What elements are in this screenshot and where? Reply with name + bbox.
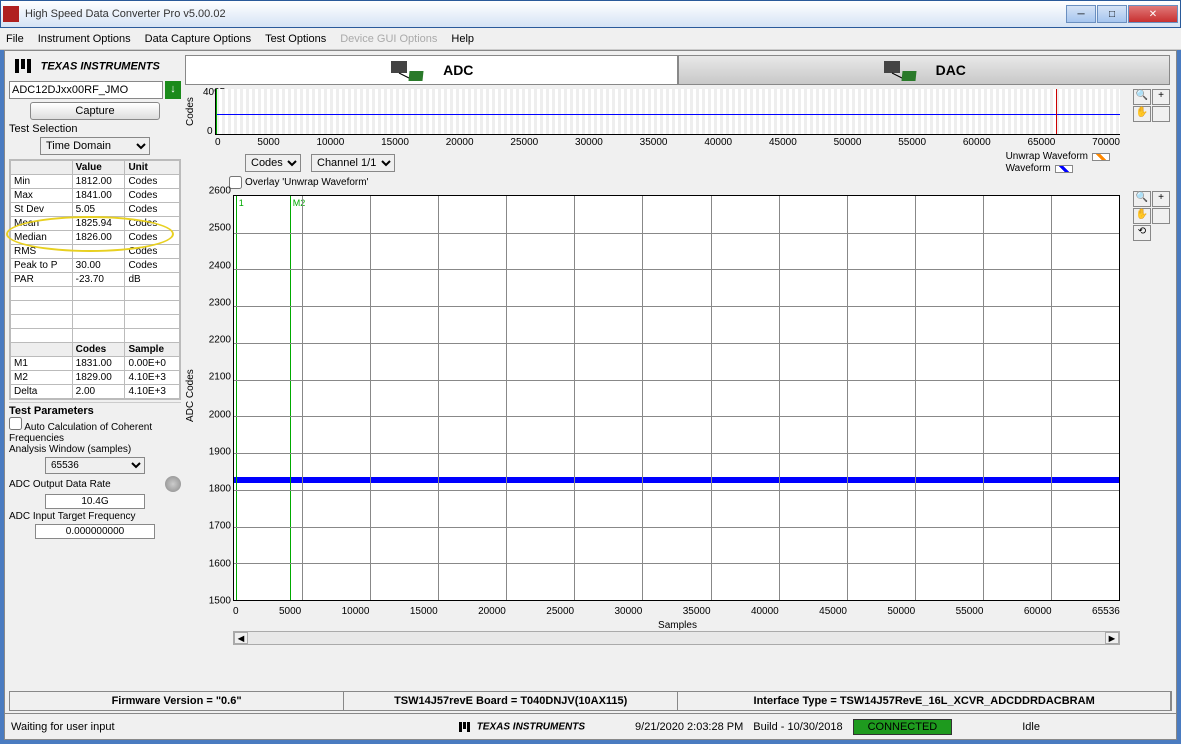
legend-waveform[interactable]: Waveform bbox=[1006, 163, 1110, 174]
menu-instrument[interactable]: Instrument Options bbox=[38, 33, 131, 45]
app-frame: TEXAS INSTRUMENTS ↓ Capture Test Selecti… bbox=[4, 50, 1177, 740]
device-select[interactable] bbox=[9, 81, 163, 99]
waveform-trace bbox=[234, 477, 1119, 483]
tabs: ADC DAC bbox=[185, 55, 1170, 85]
scroll-left[interactable]: ◄ bbox=[234, 632, 248, 644]
hand-icon[interactable]: ✋ bbox=[1133, 208, 1151, 224]
adc-icon bbox=[389, 59, 423, 81]
row-delta: Delta2.004.10E+3 bbox=[11, 385, 180, 399]
test-parameters-title: Test Parameters bbox=[9, 402, 181, 417]
status-bar-2: Waiting for user input TEXAS INSTRUMENTS… bbox=[5, 713, 1176, 739]
row-rms: RMSCodes bbox=[11, 245, 180, 259]
test-parameters: Test Parameters Auto Calculation of Cohe… bbox=[9, 402, 181, 539]
h-scrollbar[interactable]: ◄ ► bbox=[233, 631, 1120, 645]
ti-logo: TEXAS INSTRUMENTS bbox=[9, 55, 181, 81]
connection-status: CONNECTED bbox=[853, 719, 953, 735]
menu-device-gui: Device GUI Options bbox=[340, 33, 437, 45]
firmware-info: Firmware Version = "0.6" bbox=[10, 692, 344, 710]
marker-m1[interactable]: 1 bbox=[236, 196, 237, 600]
stats-table: ValueUnit Min1812.00Codes Max1841.00Code… bbox=[9, 159, 181, 400]
minimize-button[interactable]: ─ bbox=[1066, 5, 1096, 23]
menu-file[interactable]: File bbox=[6, 33, 24, 45]
channel-select[interactable]: Channel 1/1 bbox=[311, 154, 395, 172]
test-selection-select[interactable]: Time Domain bbox=[40, 137, 150, 155]
ti-footer-logo: TEXAS INSTRUMENTS bbox=[458, 721, 585, 733]
row-m1: M11831.000.00E+0 bbox=[11, 357, 180, 371]
idle-status: Idle bbox=[1022, 721, 1040, 733]
marker-m2[interactable]: M2 bbox=[290, 196, 291, 600]
legend-unwrap[interactable]: Unwrap Waveform bbox=[1006, 151, 1110, 162]
adc-freq-input[interactable] bbox=[35, 524, 155, 539]
scroll-right[interactable]: ► bbox=[1105, 632, 1119, 644]
status-text: Waiting for user input bbox=[11, 721, 115, 733]
status-bar-1: Firmware Version = "0.6" TSW14J57revE Bo… bbox=[9, 691, 1172, 711]
build-info: Build - 10/30/2018 bbox=[753, 721, 842, 733]
dac-icon bbox=[882, 59, 916, 81]
menu-data-capture[interactable]: Data Capture Options bbox=[145, 33, 251, 45]
tab-adc[interactable]: ADC bbox=[185, 55, 678, 85]
yunit-select[interactable]: Codes bbox=[245, 154, 301, 172]
close-button[interactable]: ✕ bbox=[1128, 5, 1178, 23]
row-mean: Mean1825.94Codes bbox=[11, 217, 180, 231]
download-icon[interactable]: ↓ bbox=[165, 81, 181, 99]
zoom-icon[interactable]: 🔍 bbox=[1133, 191, 1151, 207]
reset-icon[interactable]: ⟲ bbox=[1133, 225, 1151, 241]
board-info: TSW14J57revE Board = T040DNJV(10AX115) bbox=[344, 692, 678, 710]
row-min: Min1812.00Codes bbox=[11, 175, 180, 189]
plus-icon[interactable]: + bbox=[1152, 191, 1170, 207]
app-icon bbox=[3, 6, 19, 22]
interface-info: Interface Type = TSW14J57RevE_16L_XCVR_A… bbox=[678, 692, 1171, 710]
window-title: High Speed Data Converter Pro v5.00.02 bbox=[25, 8, 1060, 20]
titlebar: High Speed Data Converter Pro v5.00.02 ─… bbox=[0, 0, 1181, 28]
adc-rate-input[interactable] bbox=[45, 494, 145, 509]
test-selection-label: Test Selection bbox=[9, 123, 181, 135]
row-max: Max1841.00Codes bbox=[11, 189, 180, 203]
overview-xaxis: 0500010000150002000025000300003500040000… bbox=[215, 137, 1120, 149]
auto-calc-checkbox[interactable] bbox=[9, 417, 22, 430]
plus-icon[interactable]: + bbox=[1152, 89, 1170, 105]
main-panel: ADC DAC Codes 4095 0 0500010000150002000… bbox=[185, 55, 1170, 681]
menu-help[interactable]: Help bbox=[451, 33, 474, 45]
plot-area[interactable]: 1 M2 bbox=[233, 195, 1120, 601]
menubar: File Instrument Options Data Capture Opt… bbox=[0, 28, 1181, 50]
overview-chart: Codes 4095 0 050001000015000200002500030… bbox=[185, 89, 1170, 149]
analysis-window-select[interactable]: 65536 bbox=[45, 457, 145, 474]
sidebar: TEXAS INSTRUMENTS ↓ Capture Test Selecti… bbox=[9, 55, 181, 681]
zoom-icon[interactable]: 🔍 bbox=[1133, 89, 1151, 105]
timestamp: 9/21/2020 2:03:28 PM bbox=[635, 721, 743, 733]
gear-icon[interactable] bbox=[165, 476, 181, 492]
main-chart: ADC Codes 260025002400230022002100200019… bbox=[185, 191, 1170, 631]
row-stdev: St Dev5.05Codes bbox=[11, 203, 180, 217]
maximize-button[interactable]: □ bbox=[1097, 5, 1127, 23]
hand-icon[interactable]: ✋ bbox=[1133, 106, 1151, 122]
tool4-icon[interactable] bbox=[1152, 106, 1170, 122]
menu-test[interactable]: Test Options bbox=[265, 33, 326, 45]
row-median: Median1826.00Codes bbox=[11, 231, 180, 245]
row-ptp: Peak to P30.00Codes bbox=[11, 259, 180, 273]
row-par: PAR-23.70dB bbox=[11, 273, 180, 287]
capture-button[interactable]: Capture bbox=[30, 102, 160, 120]
chart-controls: Codes Channel 1/1 Unwrap Waveform Wavefo… bbox=[185, 149, 1170, 176]
row-m2: M21829.004.10E+3 bbox=[11, 371, 180, 385]
tab-dac[interactable]: DAC bbox=[678, 55, 1171, 85]
